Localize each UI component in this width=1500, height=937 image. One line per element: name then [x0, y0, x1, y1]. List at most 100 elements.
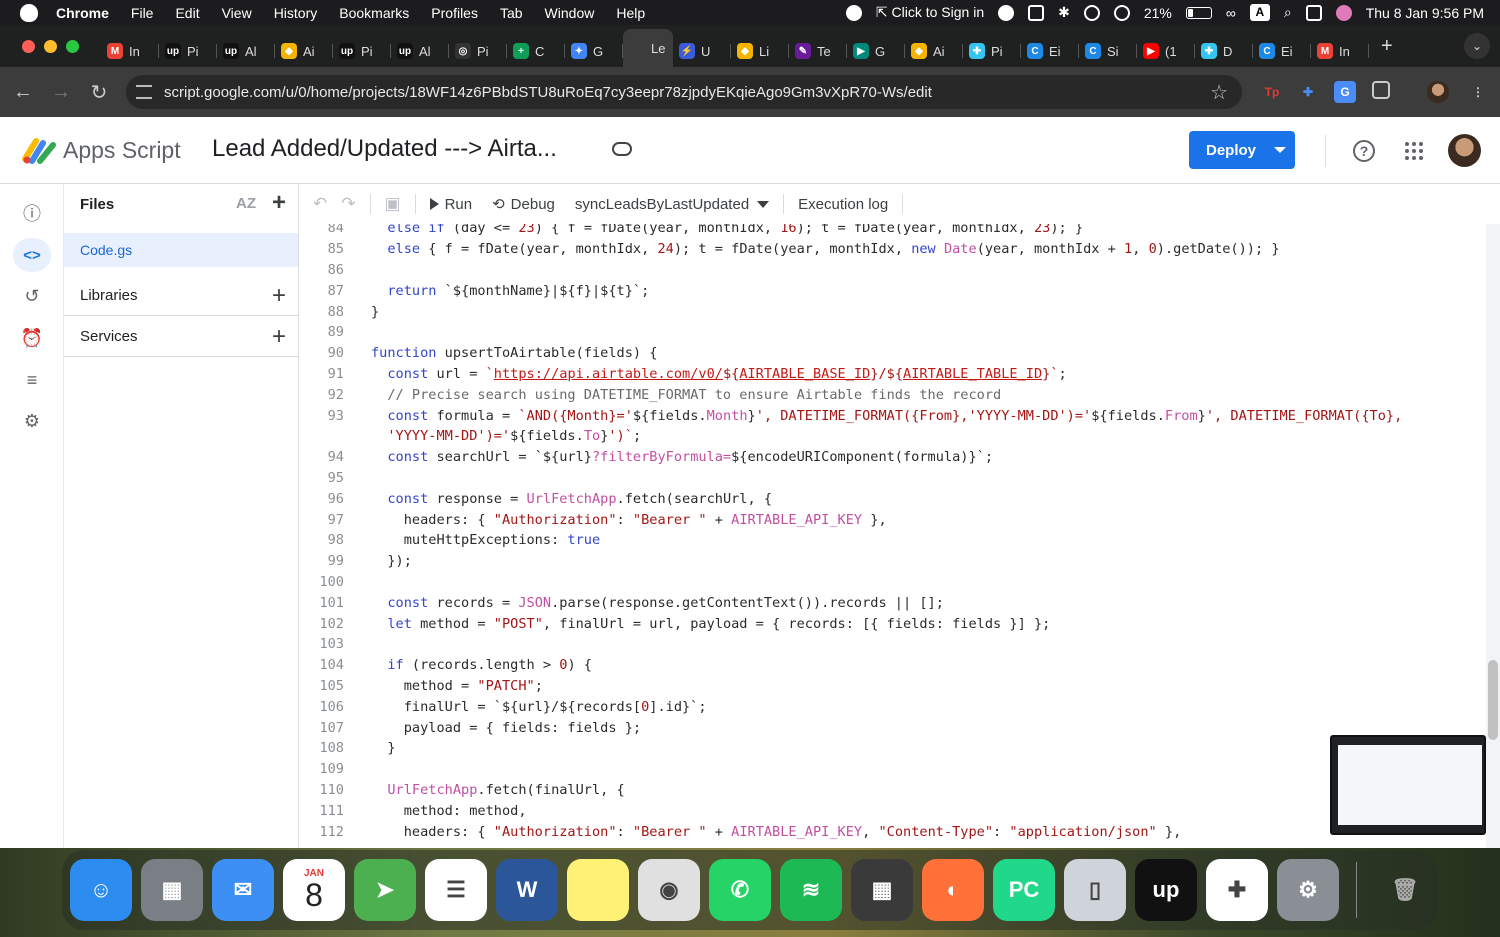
browser-tab[interactable]: C Si — [1079, 35, 1137, 67]
new-tab-button[interactable]: + — [1381, 35, 1393, 58]
code-line[interactable]: 107 payload = { fields: fields }; — [299, 717, 1500, 738]
browser-tab[interactable]: M In — [1311, 35, 1369, 67]
history-icon[interactable]: ↺ — [13, 279, 51, 313]
chrome-menu-icon[interactable]: ⋮ — [1467, 81, 1489, 103]
libraries-section[interactable]: Libraries + — [64, 275, 298, 316]
code-line[interactable]: 92 // Precise search using DATETIME_FORM… — [299, 384, 1500, 405]
code-line[interactable]: 98 muteHttpExceptions: true — [299, 530, 1500, 551]
browser-tab[interactable]: Le✕ — [623, 29, 673, 67]
code-line[interactable]: 96 const response = UrlFetchApp.fetch(se… — [299, 488, 1500, 509]
executions-icon[interactable]: ≡ — [13, 363, 51, 397]
browser-tab[interactable]: ⚡ U — [673, 35, 731, 67]
tab-search-button[interactable]: ⌄ — [1464, 33, 1490, 59]
editor-scrollbar[interactable] — [1486, 224, 1500, 848]
menu-app-name[interactable]: Chrome — [56, 5, 109, 21]
browser-tab[interactable]: up Pi — [159, 35, 217, 67]
function-selector[interactable]: syncLeadsByLastUpdated — [575, 196, 770, 213]
input-source-icon[interactable]: A — [1249, 4, 1270, 21]
code-line[interactable]: 101 const records = JSON.parse(response.… — [299, 592, 1500, 613]
browser-tab[interactable]: ✎ Te — [789, 35, 847, 67]
code-line[interactable]: 105 method = "PATCH"; — [299, 676, 1500, 697]
sign-in-status[interactable]: ⇱ Click to Sign in — [876, 4, 984, 21]
link-icon[interactable]: ∞ — [1226, 5, 1236, 21]
back-arrow-icon[interactable]: ← — [12, 81, 34, 104]
apple-menu-icon[interactable] — [20, 3, 38, 22]
code-line[interactable]: 106 finalUrl = `${url}/${records[0].id}`… — [299, 696, 1500, 717]
system-settings-icon[interactable]: ⚙ — [1277, 859, 1339, 921]
menu-help[interactable]: Help — [616, 5, 645, 21]
code-line[interactable]: 90 function upsertToAirtable(fields) { — [299, 343, 1500, 364]
code-line[interactable]: 86 — [299, 260, 1500, 281]
code-line[interactable]: 91 const url = `https://api.airtable.com… — [299, 364, 1500, 385]
scrollbar-thumb[interactable] — [1488, 660, 1498, 740]
apps-script-brand[interactable]: Apps Script — [63, 137, 181, 164]
reminders-icon[interactable]: ☰ — [425, 859, 487, 921]
code-line[interactable]: 103 — [299, 634, 1500, 655]
display-icon[interactable] — [1028, 4, 1045, 21]
menu-history[interactable]: History — [274, 5, 318, 21]
browser-tab[interactable]: up Pi — [333, 35, 391, 67]
whatsapp-icon[interactable]: ✆ — [709, 859, 771, 921]
browser-tab[interactable]: up Al — [217, 35, 275, 67]
notes-icon[interactable] — [567, 859, 629, 921]
siri-icon[interactable] — [1335, 4, 1352, 21]
reload-icon[interactable]: ↻ — [88, 80, 110, 105]
code-line[interactable]: 109 — [299, 759, 1500, 780]
firefox-icon[interactable]: ◐ — [922, 859, 984, 921]
settings-gear-icon[interactable]: ⚙ — [13, 404, 51, 438]
code-line[interactable]: 87 return `${monthName}|${f}|${t}`; — [299, 280, 1500, 301]
browser-tab[interactable]: ✦ G — [565, 35, 623, 67]
close-window-button[interactable] — [22, 39, 35, 53]
undo-icon[interactable]: ↶ — [313, 194, 327, 214]
address-url[interactable]: script.google.com/u/0/home/projects/18WF… — [164, 84, 932, 101]
code-line[interactable]: 88} — [299, 301, 1500, 322]
code-line[interactable]: 112 headers: { "Authorization": "Bearer … — [299, 821, 1500, 842]
code-line[interactable]: 85 else { f = fDate(year, monthIdx, 24);… — [299, 239, 1500, 260]
code-line[interactable]: 100 — [299, 572, 1500, 593]
code-line[interactable]: 102 let method = "POST", finalUrl = url,… — [299, 613, 1500, 634]
code-line[interactable]: 84 else if (day <= 23) { f = fDate(year,… — [299, 224, 1500, 239]
execution-log-button[interactable]: Execution log — [798, 196, 888, 213]
overview-info-icon[interactable]: ⓘ — [13, 196, 51, 230]
pycharm-icon[interactable]: PC — [993, 859, 1055, 921]
maps-icon[interactable]: ➤ — [354, 859, 416, 921]
triggers-alarm-icon[interactable]: ⏰ — [13, 321, 51, 355]
help-icon[interactable]: ? — [1353, 140, 1375, 162]
bluetooth-icon[interactable]: ✱ — [1058, 4, 1070, 21]
upwork-menu-icon[interactable] — [998, 4, 1015, 21]
trash-icon[interactable]: 🗑 — [1374, 859, 1436, 921]
address-bar[interactable]: script.google.com/u/0/home/projects/18WF… — [126, 75, 1242, 109]
menu-tab[interactable]: Tab — [500, 5, 523, 21]
play-icon[interactable] — [1113, 4, 1130, 21]
minimize-window-button[interactable] — [44, 39, 57, 53]
editor-code-icon[interactable]: <> — [13, 238, 51, 272]
browser-tab[interactable]: ◆ Ai — [275, 35, 333, 67]
code-line[interactable]: 99 }); — [299, 551, 1500, 572]
project-title[interactable]: Lead Added/Updated ---> Airta... — [212, 135, 557, 163]
calendar-icon[interactable]: JAN 8 — [283, 859, 345, 921]
launchpad-icon[interactable]: ▦ — [141, 859, 203, 921]
code-line[interactable]: 97 headers: { "Authorization": "Bearer "… — [299, 509, 1500, 530]
deploy-button[interactable]: Deploy — [1189, 131, 1295, 169]
code-line[interactable]: 95 — [299, 468, 1500, 489]
browser-tab[interactable]: ◆ Li — [731, 35, 789, 67]
save-icon[interactable]: ▣ — [385, 194, 401, 214]
browser-tab[interactable]: up Al — [391, 35, 449, 67]
finder-icon[interactable]: ☺ — [70, 859, 132, 921]
browser-tab[interactable]: ◆ Ai — [905, 35, 963, 67]
code-line[interactable]: 110 UrlFetchApp.fetch(finalUrl, { — [299, 780, 1500, 801]
bookmark-star-icon[interactable]: ☆ — [1210, 80, 1228, 105]
code-line[interactable]: 89 — [299, 322, 1500, 343]
sort-az-icon[interactable]: AZ — [236, 195, 256, 212]
code-line[interactable]: 93 const formula = `AND({Month}='${field… — [299, 405, 1500, 426]
mail-icon[interactable]: ✉ — [212, 859, 274, 921]
add-file-button[interactable]: + — [272, 191, 286, 215]
add-service-button[interactable]: + — [272, 325, 286, 349]
chrome-icon[interactable]: ◉ — [638, 859, 700, 921]
battery-icon[interactable] — [1185, 6, 1212, 19]
google-translate-icon[interactable]: G — [1334, 81, 1356, 103]
menu-view[interactable]: View — [222, 5, 252, 21]
google-apps-icon[interactable] — [1405, 142, 1423, 160]
code-line[interactable]: 94 const searchUrl = `${url}?filterByFor… — [299, 447, 1500, 468]
accessibility-icon[interactable] — [1083, 4, 1100, 21]
